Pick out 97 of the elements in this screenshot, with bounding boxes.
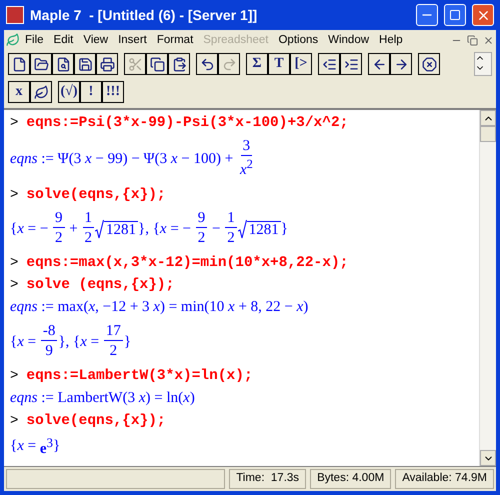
- input-command[interactable]: eqns:=max(x,3*x-12)=min(10*x+8,22-x);: [26, 255, 348, 271]
- radical-sign-icon: [95, 219, 104, 239]
- square-root: 1281: [95, 219, 138, 239]
- cut-icon: [128, 56, 142, 72]
- toolbar-button[interactable]: [168, 53, 190, 75]
- input-command[interactable]: eqns:=Psi(3*x-99)-Psi(3*x-100)+3/x^2;: [26, 115, 348, 131]
- open-folder-icon: [34, 56, 48, 72]
- toolbar-button[interactable]: [196, 53, 218, 75]
- window-title: Maple 7 - [Untitled (6) - [Server 1]]: [30, 7, 258, 23]
- vertical-scrollbar[interactable]: [479, 110, 496, 466]
- math-text: }: [280, 220, 288, 238]
- math-text: {x =: [10, 334, 38, 350]
- execute-button[interactable]: !: [80, 81, 102, 103]
- fraction: -8 9: [40, 322, 58, 361]
- restore-icon: [466, 34, 478, 46]
- math-text: eqns := max(x, −12 + 3 x) = min(10 x + 8, 22 − x): [10, 299, 308, 316]
- fraction: 9 2: [52, 209, 66, 248]
- toolbar-button[interactable]: [318, 53, 340, 75]
- prompt: >: [10, 277, 18, 293]
- save-icon: [78, 56, 92, 72]
- maximize-icon: [449, 9, 461, 21]
- menu-item[interactable]: Edit: [48, 34, 78, 46]
- toolbar-button[interactable]: [96, 53, 118, 75]
- math-text: }, {x =: [58, 334, 100, 350]
- menu-item[interactable]: View: [78, 34, 114, 46]
- menu-item[interactable]: Window: [323, 34, 374, 46]
- toolbar-button[interactable]: [390, 53, 412, 75]
- fraction: 1 2: [224, 209, 238, 248]
- toolbar-button[interactable]: [146, 53, 168, 75]
- copy-icon: [150, 56, 164, 72]
- math-text: eqns := Ψ(3 x − 99) − Ψ(3 x − 100) +: [10, 150, 234, 168]
- toolbar-button[interactable]: [74, 53, 96, 75]
- fraction: 1 2: [82, 209, 96, 248]
- math-text: +: [68, 220, 79, 238]
- paste-icon: [172, 56, 186, 72]
- print-icon: [100, 56, 114, 72]
- document-icon: [6, 33, 20, 47]
- leaf-icon: [34, 84, 48, 100]
- outdent-icon: [322, 56, 336, 72]
- sum-button[interactable]: Σ: [246, 53, 268, 75]
- menu-item[interactable]: Insert: [113, 34, 152, 46]
- toolbar-button[interactable]: [52, 53, 74, 75]
- close-icon: [482, 34, 494, 46]
- toolbar-button[interactable]: [418, 53, 440, 75]
- new-file-icon: [12, 56, 26, 72]
- prompt: >: [10, 368, 18, 384]
- math-text: eqns := LambertW(3 x) = ln(x): [10, 390, 195, 407]
- redo-icon: [222, 56, 236, 72]
- status-pane: Bytes: 4.00M: [310, 469, 392, 489]
- text-button[interactable]: T: [268, 53, 290, 75]
- prompt-button[interactable]: [>: [290, 53, 312, 75]
- close-button[interactable]: [472, 4, 494, 26]
- fraction: 3 x$^{2}$: [238, 137, 254, 180]
- app-icon: [6, 6, 24, 24]
- power: e$^{3}$: [40, 435, 54, 458]
- maximize-button[interactable]: [444, 4, 466, 26]
- prompt: >: [10, 255, 18, 271]
- scroll-up-button[interactable]: [480, 110, 496, 126]
- toolbar-button[interactable]: [30, 81, 52, 103]
- input-command[interactable]: solve (eqns,{x});: [26, 277, 174, 293]
- undo-icon: [200, 56, 214, 72]
- status-pane: Time: 17.3s: [229, 469, 306, 489]
- menu-item[interactable]: Format: [152, 34, 198, 46]
- toolbar-button[interactable]: [340, 53, 362, 75]
- menu-item[interactable]: File: [20, 34, 49, 46]
- math-text: −: [211, 220, 222, 238]
- execute-all-button[interactable]: !!!: [102, 81, 124, 103]
- restore-button[interactable]: [464, 33, 480, 47]
- forward-arrow-icon: [394, 56, 408, 72]
- toolbar-button[interactable]: [368, 53, 390, 75]
- validate-button[interactable]: (√): [58, 81, 80, 103]
- status-pane: Available: 74.9M: [395, 469, 494, 489]
- math-text: }, {x = −: [138, 220, 192, 238]
- input-command[interactable]: solve(eqns,{x});: [26, 187, 166, 203]
- math-text: }: [53, 438, 60, 455]
- math-text: {x =: [10, 438, 38, 455]
- square-root: 1281: [238, 219, 281, 239]
- stop-icon: [422, 56, 436, 72]
- minimize-button[interactable]: [416, 4, 438, 26]
- math-text: }: [124, 334, 132, 350]
- fraction: 9 2: [194, 209, 208, 248]
- scroll-thumb[interactable]: [480, 126, 496, 142]
- input-command[interactable]: solve(eqns,{x});: [26, 413, 166, 429]
- execute-button[interactable]: x: [8, 81, 30, 103]
- radical-sign-icon: [238, 219, 247, 239]
- toolbar-button[interactable]: [8, 53, 30, 75]
- prompt: >: [10, 413, 18, 429]
- indent-icon: [344, 56, 358, 72]
- menu-item[interactable]: Options: [273, 34, 324, 46]
- prompt: >: [10, 187, 18, 203]
- input-command[interactable]: eqns:=LambertW(3*x)=ln(x);: [26, 368, 253, 384]
- menu-item[interactable]: Help: [374, 34, 408, 46]
- toolbar-button[interactable]: [30, 53, 52, 75]
- prompt: >: [10, 115, 18, 131]
- fraction: 17 2: [102, 322, 124, 361]
- math-text: {x = −: [10, 220, 50, 238]
- scroll-down-button[interactable]: [480, 450, 496, 466]
